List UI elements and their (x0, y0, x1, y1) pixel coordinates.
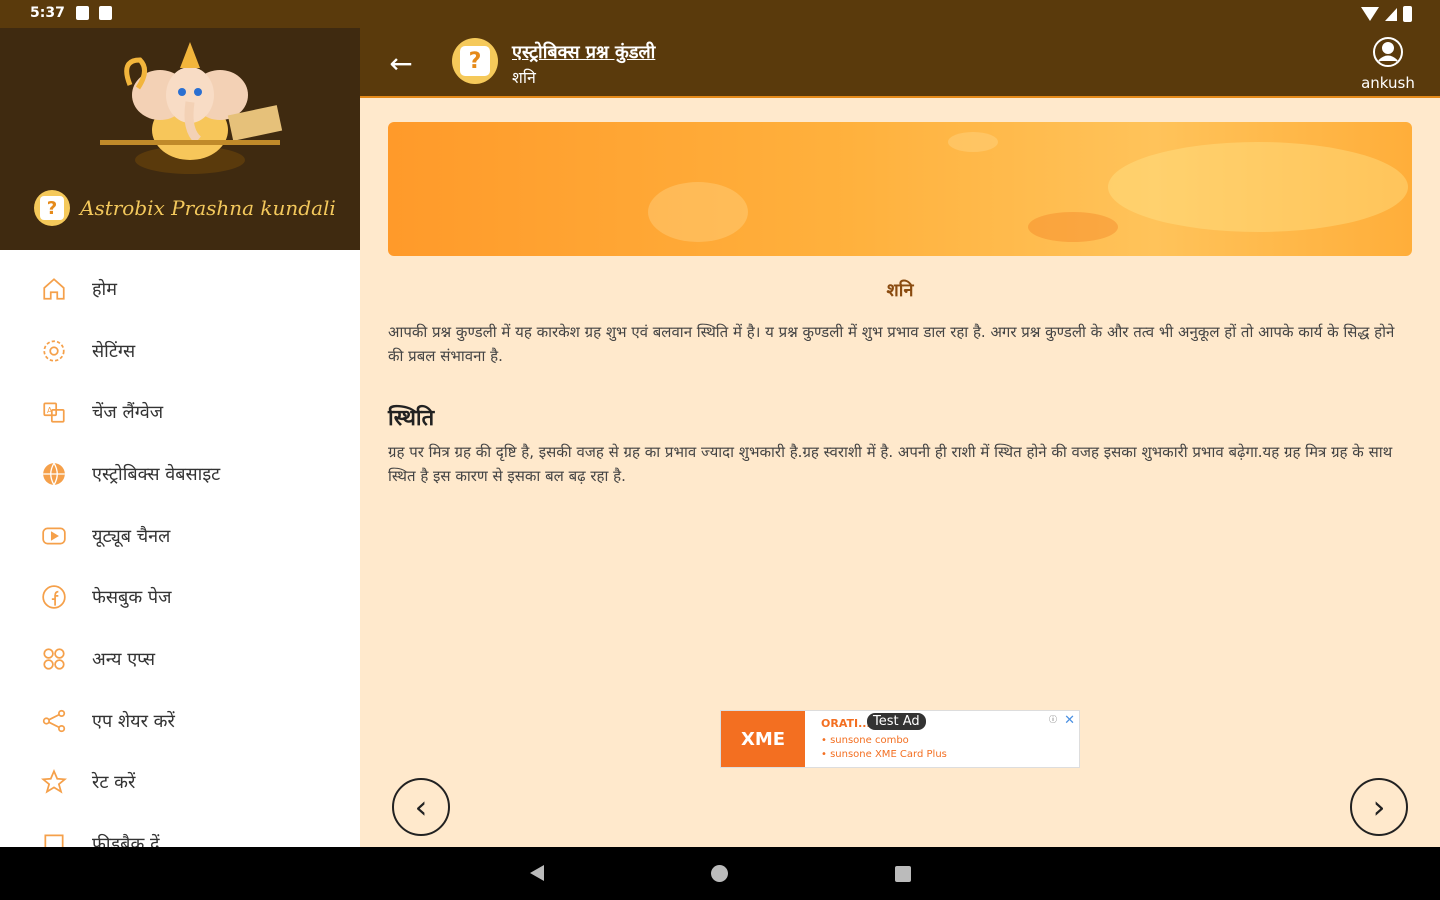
gear-icon (40, 337, 68, 365)
prediction-paragraph: आपकी प्रश्न कुण्डली में यह कारकेश ग्रह श… (388, 323, 1395, 365)
status-time: 5:37 (30, 5, 65, 21)
feedback-icon (40, 830, 68, 847)
test-ad-badge: Test Ad (867, 713, 926, 730)
drawer-menu: होम सेटिंग्स A चेंज लैंग्वेज एस्ट्रोबिक्… (0, 250, 360, 847)
battery-icon (1403, 6, 1412, 22)
back-button[interactable]: ← (384, 46, 418, 80)
app-bar: ← ? एस्ट्रोबिक्स प्रश्न कुंडली शनि ankus… (360, 28, 1440, 98)
navigation-drawer: ? Astrobix Prashna kundali होम सेटिंग्स … (0, 28, 360, 847)
ad-line-1: • sunsone combo (821, 735, 909, 746)
close-icon[interactable]: ✕ (1064, 713, 1075, 728)
planet-heading: शनि (886, 280, 914, 301)
main-content: ← ? एस्ट्रोबिक्स प्रश्न कुंडली शनि ankus… (360, 28, 1440, 847)
drawer-item-youtube[interactable]: यूट्यूब चैनल (0, 505, 360, 567)
chevron-right-icon: › (1372, 788, 1386, 826)
drawer-item-website[interactable]: एस्ट्रोबिक्स वेबसाइट (0, 443, 360, 505)
youtube-icon (40, 522, 68, 550)
arrow-left-icon: ← (389, 46, 413, 80)
status-bar: 5:37 (0, 0, 1440, 28)
drawer-item-home[interactable]: होम (0, 258, 360, 320)
drawer-item-feedback[interactable]: फीडबैक दें (0, 813, 360, 847)
brand-name: Astrobix Prashna kundali (80, 196, 336, 220)
wifi-icon (1361, 7, 1379, 21)
page-subtitle: शनि (512, 68, 536, 87)
drawer-header: ? Astrobix Prashna kundali (0, 28, 360, 250)
svg-text:A: A (47, 406, 53, 415)
system-navigation-bar (0, 847, 1440, 900)
ad-line-2: • sunsone XME Card Plus (821, 749, 947, 760)
system-recents-icon[interactable] (895, 866, 911, 882)
section-heading-status: स्थिति (388, 406, 435, 431)
app-logo-icon: ? (452, 38, 498, 84)
app-logo-icon: ? (34, 190, 70, 226)
globe-icon (40, 460, 68, 488)
drawer-item-other-apps[interactable]: अन्य एप्स (0, 628, 360, 690)
drawer-item-facebook[interactable]: फेसबुक पेज (0, 566, 360, 628)
page-title: एस्ट्रोबिक्स प्रश्न कुंडली (512, 42, 656, 63)
language-icon: A (40, 398, 68, 426)
sd-card-icon (99, 6, 112, 20)
profile-username: ankush (1361, 74, 1415, 92)
drawer-item-share[interactable]: एप शेयर करें (0, 690, 360, 752)
next-button[interactable]: › (1350, 778, 1408, 836)
user-avatar-icon (1373, 37, 1403, 67)
star-icon (40, 768, 68, 796)
ad-logo: XME (721, 711, 805, 767)
ad-banner[interactable]: XME ORATI... der 35 Test Ad • sunsone co… (720, 710, 1080, 768)
drawer-item-rate[interactable]: रेट करें (0, 752, 360, 814)
notification-icon (76, 6, 89, 20)
previous-button[interactable]: ‹ (392, 778, 450, 836)
system-back-icon[interactable] (530, 865, 544, 881)
chevron-left-icon: ‹ (414, 788, 428, 826)
ganesha-illustration-icon (100, 42, 283, 174)
header-banner (388, 122, 1412, 256)
share-icon (40, 707, 68, 735)
status-paragraph: ग्रह पर मित्र ग्रह की दृष्टि है, इसकी वज… (388, 443, 1393, 485)
signal-icon (1385, 7, 1397, 21)
profile-button[interactable]: ankush (1358, 36, 1418, 92)
apps-icon (40, 645, 68, 673)
drawer-item-settings[interactable]: सेटिंग्स (0, 320, 360, 382)
drawer-item-change-language[interactable]: A चेंज लैंग्वेज (0, 381, 360, 443)
facebook-icon (40, 583, 68, 611)
ad-choices-icon[interactable]: ⓘ (1049, 714, 1057, 725)
system-home-icon[interactable] (711, 865, 728, 882)
home-icon (40, 275, 68, 303)
